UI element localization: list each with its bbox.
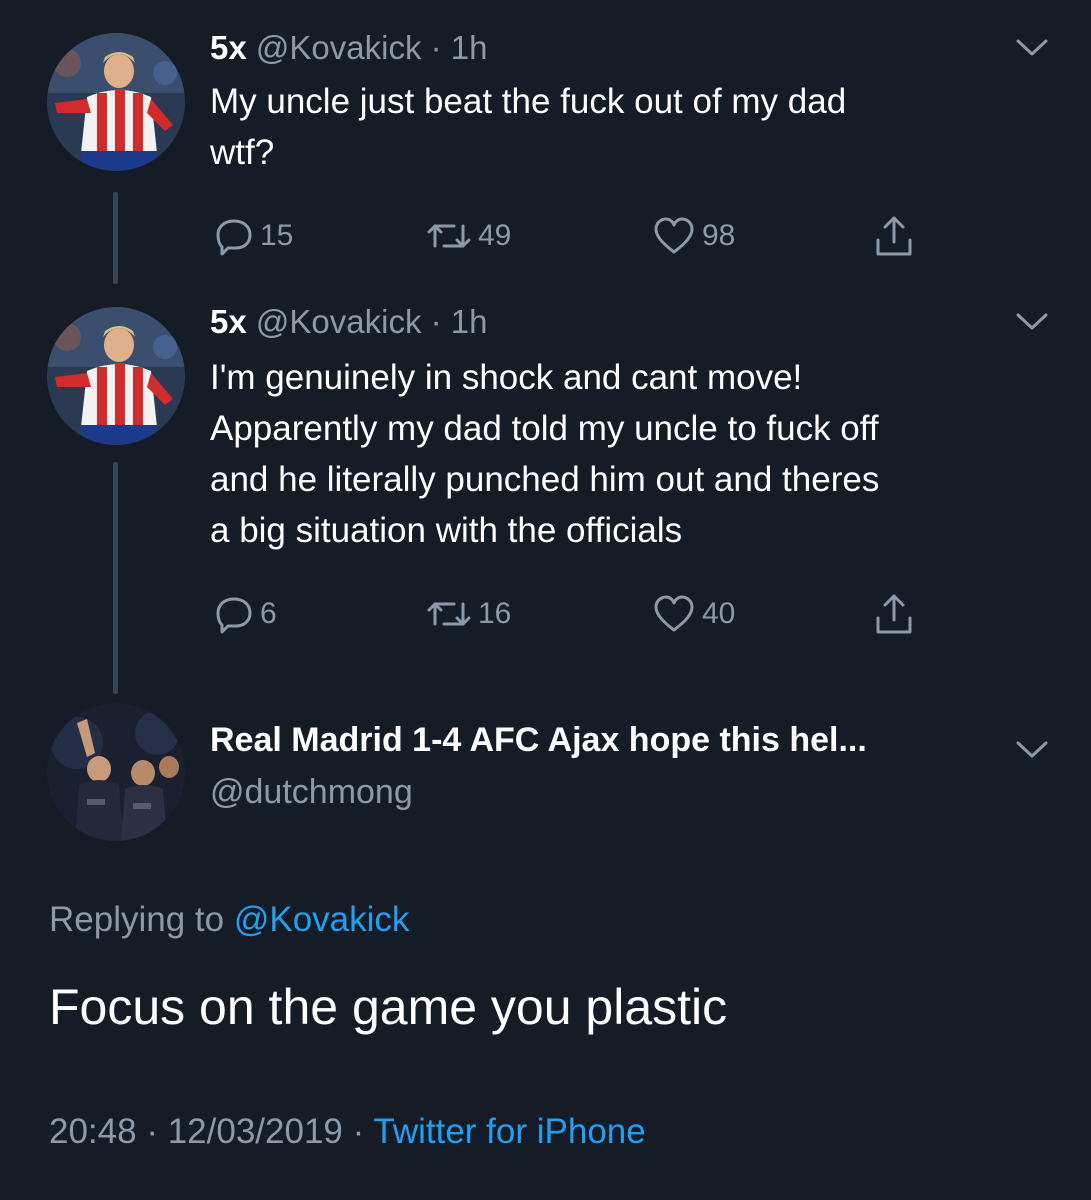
tweet-timestamp: 20:48 (49, 1112, 137, 1151)
reply-icon (216, 219, 252, 256)
share-icon (876, 594, 912, 634)
reply-count: 15 (260, 219, 294, 252)
reply-button[interactable]: 6 (214, 592, 277, 636)
share-icon (876, 216, 912, 256)
tweet-time: 1h (450, 303, 488, 340)
user-handle[interactable]: @Kovakick (256, 29, 422, 66)
chevron-down-icon[interactable] (1015, 38, 1049, 58)
retweet-count: 16 (478, 597, 512, 630)
retweet-icon (427, 224, 471, 248)
tweet-text: My uncle just beat the fuck out of my da… (210, 76, 1070, 178)
tweet-text-line: a big situation with the officials (210, 511, 683, 550)
user-handle[interactable]: @dutchmong (210, 770, 867, 814)
reply-count: 6 (260, 597, 277, 630)
separator-dot: · (146, 1112, 158, 1151)
chevron-down-icon[interactable] (1015, 312, 1049, 332)
avatar[interactable] (47, 307, 185, 445)
reply-button[interactable]: 15 (214, 214, 293, 258)
reply-author: Real Madrid 1-4 AFC Ajax hope this hel..… (210, 718, 867, 814)
like-count: 98 (702, 219, 736, 252)
tweet-text-line: Apparently my dad told my uncle to fuck … (210, 409, 879, 448)
display-name[interactable]: 5x (210, 29, 247, 66)
tweet-text-line: wtf? (210, 133, 275, 172)
separator-dot: · (352, 1112, 365, 1151)
retweet-button[interactable]: 16 (426, 592, 511, 636)
user-handle[interactable]: @Kovakick (256, 303, 422, 340)
heart-icon (654, 217, 694, 254)
share-button[interactable] (874, 592, 914, 636)
retweet-icon (427, 602, 471, 626)
tweet-text-line: I'm genuinely in shock and cant move! (210, 358, 803, 397)
tweet-time: 1h (450, 29, 488, 66)
tweet-actions: 15 49 98 (210, 214, 970, 258)
tweet-header: 5x @Kovakick · 1h (210, 302, 488, 342)
thread-connector-line (113, 462, 118, 694)
replying-to: Replying to @Kovakick (49, 900, 409, 940)
share-button[interactable] (874, 214, 914, 258)
retweet-button[interactable]: 49 (426, 214, 511, 258)
reply-text: Focus on the game you plastic (49, 979, 728, 1035)
retweet-count: 49 (478, 219, 512, 252)
like-button[interactable]: 98 (652, 214, 735, 258)
tweet-text-line: and he literally punched him out and the… (210, 460, 880, 499)
display-name[interactable]: 5x (210, 303, 247, 340)
chevron-down-icon[interactable] (1015, 740, 1049, 760)
display-name[interactable]: Real Madrid 1-4 AFC Ajax hope this hel..… (210, 718, 867, 762)
reply-icon (216, 597, 252, 634)
tweet-date: 12/03/2019 (167, 1112, 343, 1151)
like-button[interactable]: 40 (652, 592, 735, 636)
tweet-text: I'm genuinely in shock and cant move! Ap… (210, 352, 1070, 556)
like-count: 40 (702, 597, 736, 630)
tweet-actions: 6 16 40 (210, 592, 970, 636)
tweet-header: 5x @Kovakick · 1h (210, 28, 488, 68)
tweet-source-link[interactable]: Twitter for iPhone (373, 1112, 645, 1151)
tweet-thread-screen: 5x @Kovakick · 1h My uncle just beat the… (0, 0, 1091, 1200)
tweet-text-line: My uncle just beat the fuck out of my da… (210, 82, 847, 121)
replying-to-label: Replying to (49, 900, 225, 939)
avatar[interactable] (47, 33, 185, 171)
separator-dot: · (430, 303, 442, 340)
separator-dot: · (430, 29, 442, 66)
tweet-meta: 20:48 · 12/03/2019 · Twitter for iPhone (49, 1112, 646, 1152)
avatar[interactable] (47, 703, 185, 841)
replying-to-handle-link[interactable]: @Kovakick (234, 900, 410, 939)
heart-icon (654, 595, 694, 632)
thread-connector-line (113, 192, 118, 284)
